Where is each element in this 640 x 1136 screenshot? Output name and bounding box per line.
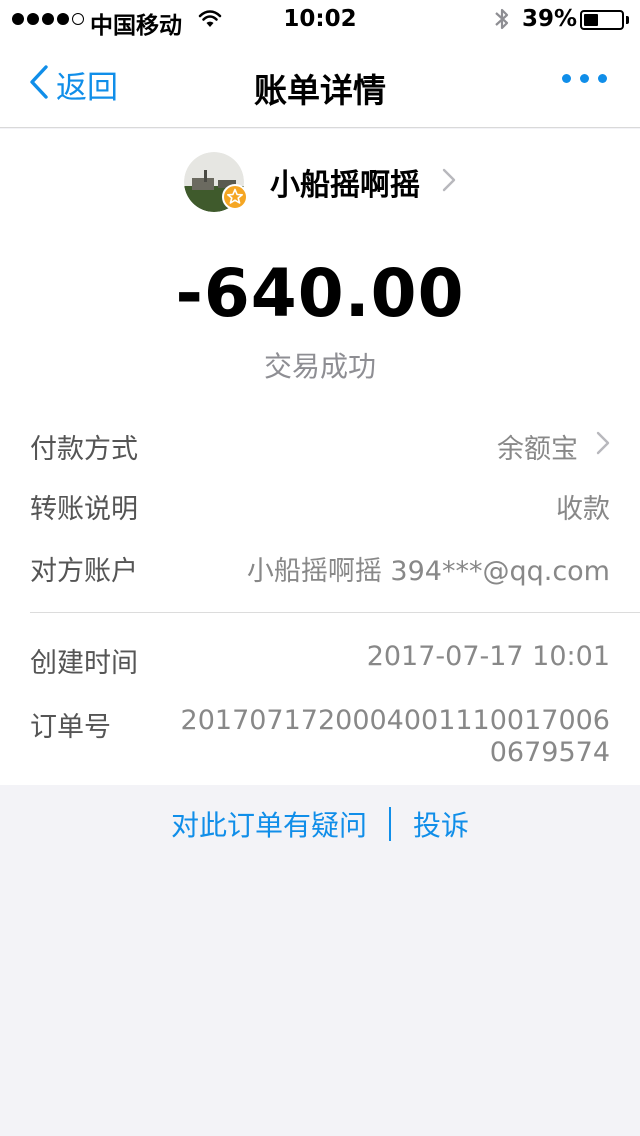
counterparty-value: 小船摇啊摇 394***@qq.com [246, 556, 610, 587]
star-badge-icon [222, 184, 248, 210]
avatar [184, 152, 248, 212]
transaction-status: 交易成功 [263, 350, 376, 383]
status-bar: 中国移动 10:02 39% [0, 0, 640, 40]
payment-method-value: 余额宝 [497, 434, 578, 465]
order-number-row: 订单号 20170717200040011100170060679574 [30, 705, 610, 769]
bill-detail-card: 小船摇啊摇 -640.00 交易成功 付款方式 余额宝 转账说明 收款 对方账户… [0, 129, 640, 785]
chevron-right-icon [442, 168, 456, 196]
payment-method-label: 付款方式 [30, 434, 138, 465]
chevron-right-icon [596, 431, 610, 462]
order-number-value: 20170717200040011100170060679574 [180, 705, 610, 768]
order-question-link[interactable]: 对此订单有疑问 [171, 804, 367, 844]
payee-name: 小船摇啊摇 [270, 168, 420, 203]
footer-links: 对此订单有疑问 投诉 [0, 804, 640, 844]
transfer-note-value: 收款 [556, 494, 610, 525]
created-time-value: 2017-07-17 10:01 [366, 641, 610, 672]
counterparty-label: 对方账户 [30, 556, 138, 587]
created-time-row: 创建时间 2017-07-17 10:01 [30, 641, 610, 680]
created-time-label: 创建时间 [30, 648, 138, 679]
transaction-amount: -640.00 [175, 255, 465, 332]
battery-icon [580, 10, 624, 30]
payment-method-value-wrap: 余额宝 [497, 427, 610, 466]
screen: 中国移动 10:02 39% 返回 账单详情 小船摇啊摇 -640.00 交易成… [0, 0, 640, 1136]
complaint-link[interactable]: 投诉 [413, 804, 469, 844]
transfer-note-row: 转账说明 收款 [30, 487, 610, 526]
nav-bar: 返回 账单详情 [0, 40, 640, 128]
counterparty-row: 对方账户 小船摇啊摇 394***@qq.com [30, 549, 610, 588]
order-number-label: 订单号 [30, 712, 111, 743]
battery-cap [626, 16, 629, 24]
footer-separator [389, 807, 391, 841]
bluetooth-icon [493, 6, 511, 36]
divider [30, 612, 640, 613]
battery-percent: 39% [522, 6, 578, 32]
more-dots-icon[interactable] [562, 74, 607, 83]
battery-fill [584, 14, 598, 26]
page-title: 账单详情 [254, 71, 386, 110]
payee-row[interactable]: 小船摇啊摇 [0, 151, 640, 213]
transfer-note-label: 转账说明 [30, 494, 138, 525]
payment-method-row[interactable]: 付款方式 余额宝 [30, 427, 610, 466]
